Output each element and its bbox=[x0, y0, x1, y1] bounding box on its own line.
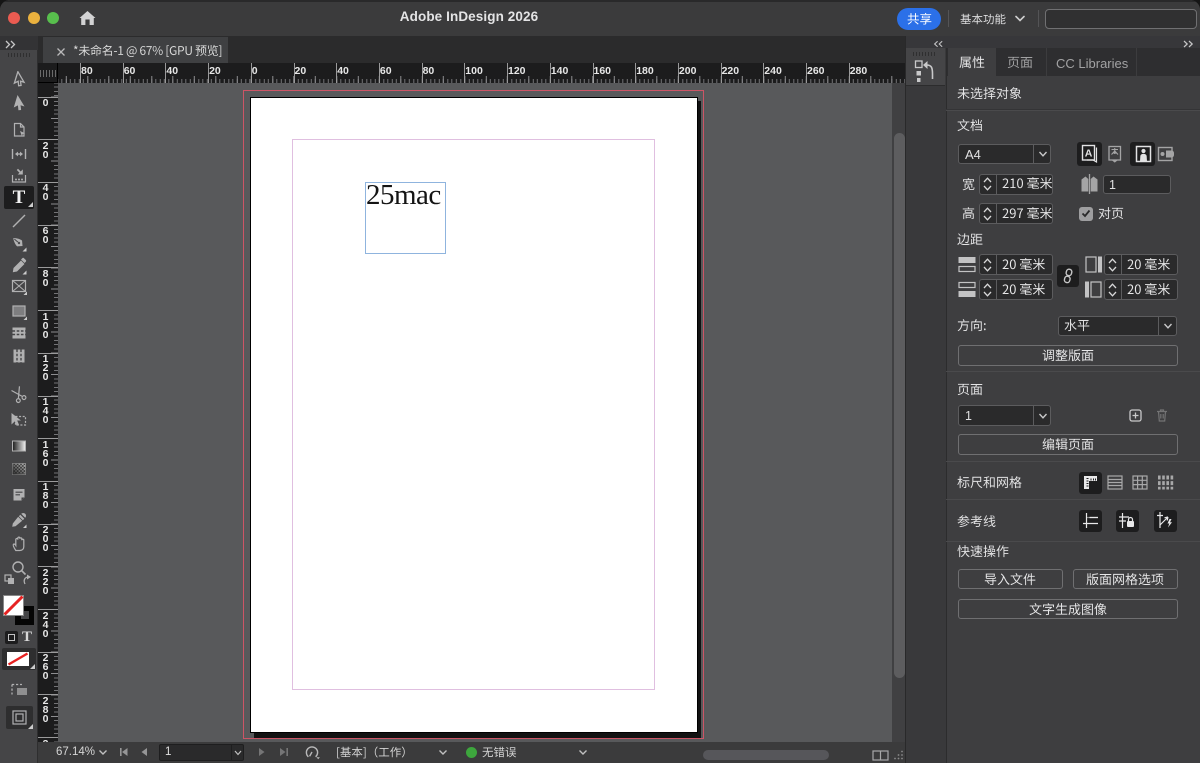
svg-text:A: A bbox=[1085, 148, 1093, 160]
